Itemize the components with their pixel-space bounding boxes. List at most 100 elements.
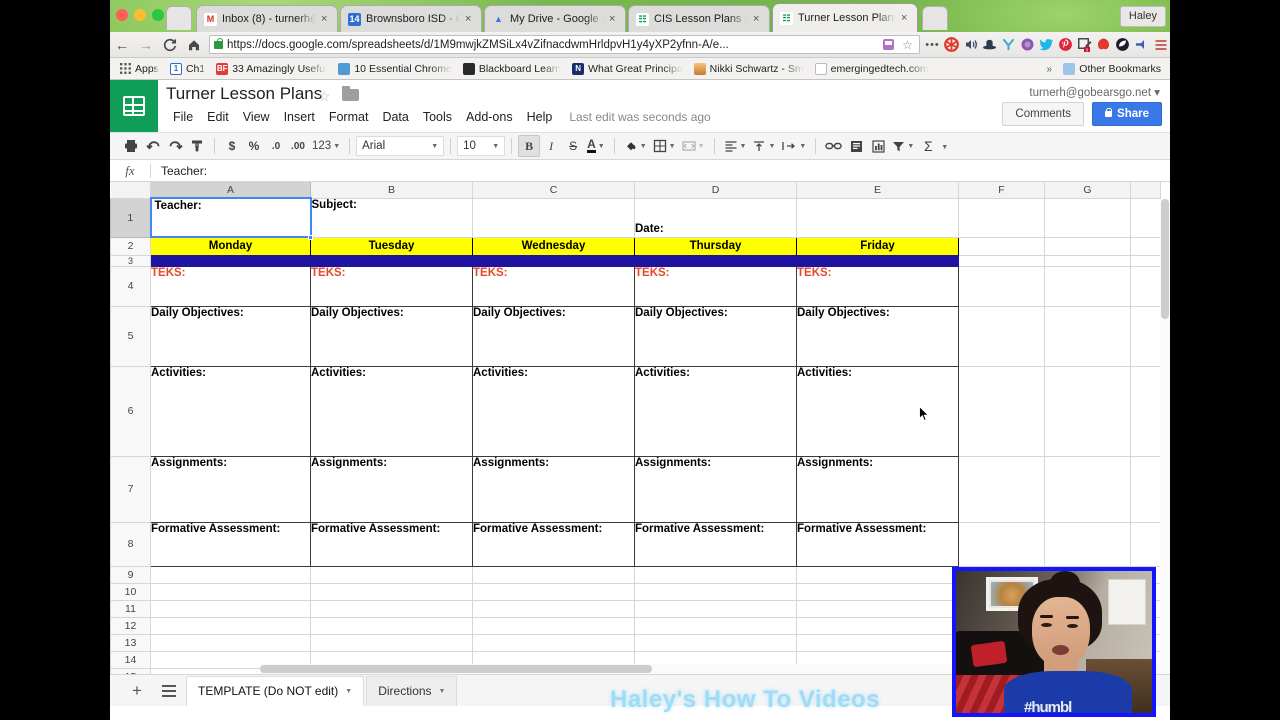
cell-B8[interactable]: Formative Assessment: bbox=[310, 521, 473, 567]
cell-E5[interactable]: Daily Objectives: bbox=[796, 305, 959, 367]
cell-C7[interactable]: Assignments: bbox=[472, 455, 635, 523]
cell-G7[interactable] bbox=[1044, 455, 1131, 523]
cell-D1[interactable]: Date: bbox=[634, 197, 797, 238]
cell-C13[interactable] bbox=[472, 633, 635, 652]
sheets-logo-icon[interactable] bbox=[110, 80, 158, 132]
cell-D6[interactable]: Activities: bbox=[634, 365, 797, 457]
text-color-button[interactable]: A ▼ bbox=[584, 135, 608, 157]
tab-turner-lesson-plans[interactable]: ☷ Turner Lesson Plans - Goo × bbox=[772, 3, 918, 32]
all-sheets-icon[interactable] bbox=[154, 677, 184, 705]
hat-icon[interactable] bbox=[980, 35, 999, 54]
column-header-c[interactable]: C bbox=[472, 182, 635, 199]
cell-E11[interactable] bbox=[796, 599, 959, 618]
font-size-select[interactable]: 10 ▼ bbox=[457, 136, 506, 156]
cell-D12[interactable] bbox=[634, 616, 797, 635]
cell-C9[interactable] bbox=[472, 565, 635, 584]
cell-D7[interactable]: Assignments: bbox=[634, 455, 797, 523]
insert-chart-icon[interactable] bbox=[867, 135, 889, 157]
cell-C3[interactable] bbox=[472, 254, 635, 267]
cell-D11[interactable] bbox=[634, 599, 797, 618]
cell-E9[interactable] bbox=[796, 565, 959, 584]
new-tab-button-secondary[interactable] bbox=[922, 6, 948, 30]
profile-button[interactable]: Haley bbox=[1119, 6, 1166, 27]
increase-decimal-button[interactable]: .00 bbox=[287, 135, 309, 157]
strikethrough-button[interactable]: S bbox=[562, 135, 584, 157]
cell-A8[interactable]: Formative Assessment: bbox=[150, 521, 311, 567]
cell-H5[interactable] bbox=[1130, 305, 1161, 367]
sheet-tab-directions[interactable]: Directions ▼ bbox=[366, 675, 458, 706]
cell-B2[interactable]: Tuesday bbox=[310, 236, 473, 255]
minimize-window-button[interactable] bbox=[134, 9, 146, 21]
cell-G1[interactable] bbox=[1044, 197, 1131, 238]
column-header-f[interactable]: F bbox=[958, 182, 1045, 199]
address-bar[interactable]: https://docs.google.com/spreadsheets/d/1… bbox=[209, 35, 920, 54]
cell-C4[interactable]: TEKS: bbox=[472, 265, 635, 307]
cell-F5[interactable] bbox=[958, 305, 1045, 367]
functions-button[interactable]: Σ bbox=[917, 135, 939, 157]
pinterest-icon[interactable] bbox=[1056, 35, 1075, 54]
cell-B11[interactable] bbox=[310, 599, 473, 618]
cell-F6[interactable] bbox=[958, 365, 1045, 457]
cell-H1[interactable] bbox=[1130, 197, 1161, 238]
cell-D10[interactable] bbox=[634, 582, 797, 601]
menu-view[interactable]: View bbox=[236, 108, 277, 126]
column-header-d[interactable]: D bbox=[634, 182, 797, 199]
row-header-9[interactable]: 9 bbox=[110, 565, 151, 584]
cell-D5[interactable]: Daily Objectives: bbox=[634, 305, 797, 367]
twitter-icon[interactable] bbox=[1037, 35, 1056, 54]
bold-button[interactable]: B bbox=[518, 135, 541, 157]
currency-button[interactable]: $ bbox=[221, 135, 243, 157]
tab-my-drive[interactable]: ▲ My Drive - Google Drive × bbox=[484, 5, 626, 32]
fill-color-button[interactable]: ▼ bbox=[621, 135, 650, 157]
cell-H8[interactable] bbox=[1130, 521, 1161, 567]
selection-anchor[interactable] bbox=[308, 235, 313, 240]
cell-G4[interactable] bbox=[1044, 265, 1131, 307]
zoom-window-button[interactable] bbox=[152, 9, 164, 21]
cell-B13[interactable] bbox=[310, 633, 473, 652]
bookmark-blackboard-learn[interactable]: Blackboard Learn bbox=[458, 61, 566, 77]
cell-E8[interactable]: Formative Assessment: bbox=[796, 521, 959, 567]
row-header-14[interactable]: 14 bbox=[110, 650, 151, 669]
cell-E2[interactable]: Friday bbox=[796, 236, 959, 255]
cell-A9[interactable] bbox=[150, 565, 311, 584]
borders-button[interactable]: ▼ bbox=[650, 135, 679, 157]
cell-E1[interactable] bbox=[796, 197, 959, 238]
column-header-g[interactable]: G bbox=[1044, 182, 1131, 199]
menu-edit[interactable]: Edit bbox=[200, 108, 236, 126]
cell-F1[interactable] bbox=[958, 197, 1045, 238]
cell-H4[interactable] bbox=[1130, 265, 1161, 307]
row-header-3[interactable]: 3 bbox=[110, 254, 151, 267]
bookmark-other-bookmarks[interactable]: Other Bookmarks bbox=[1058, 61, 1166, 77]
cell-C10[interactable] bbox=[472, 582, 635, 601]
cell-C8[interactable]: Formative Assessment: bbox=[472, 521, 635, 567]
share-button[interactable]: Share bbox=[1092, 102, 1162, 126]
comments-button[interactable]: Comments bbox=[1002, 102, 1085, 126]
cell-A11[interactable] bbox=[150, 599, 311, 618]
close-tab-icon[interactable]: × bbox=[901, 12, 911, 24]
window-controls[interactable] bbox=[116, 9, 164, 21]
cell-G2[interactable] bbox=[1044, 236, 1131, 256]
row-header-1[interactable]: 1 bbox=[110, 197, 151, 238]
cell-H7[interactable] bbox=[1130, 455, 1161, 523]
cell-D8[interactable]: Formative Assessment: bbox=[634, 521, 797, 567]
cell-E7[interactable]: Assignments: bbox=[796, 455, 959, 523]
row-header-11[interactable]: 11 bbox=[110, 599, 151, 618]
cell-A13[interactable] bbox=[150, 633, 311, 652]
star-outline-icon[interactable]: ☆ bbox=[318, 88, 331, 105]
cell-B9[interactable] bbox=[310, 565, 473, 584]
save-to-icon[interactable] bbox=[880, 36, 896, 53]
merge-cells-button[interactable]: ▼ bbox=[679, 135, 708, 157]
close-tab-icon[interactable]: × bbox=[465, 13, 475, 25]
cell-A12[interactable] bbox=[150, 616, 311, 635]
text-wrap-button[interactable]: ▼ bbox=[778, 135, 809, 157]
cell-A4[interactable]: TEKS: bbox=[150, 265, 311, 307]
cell-H3[interactable] bbox=[1130, 254, 1161, 267]
row-header-4[interactable]: 4 bbox=[110, 265, 151, 307]
chevron-down-icon[interactable]: ▼ bbox=[345, 688, 352, 695]
cell-B6[interactable]: Activities: bbox=[310, 365, 473, 457]
tab-cis-lesson-plans[interactable]: ☷ CIS Lesson Plans - Google × bbox=[628, 5, 770, 32]
italic-button[interactable]: I bbox=[540, 135, 562, 157]
menu-format[interactable]: Format bbox=[322, 108, 376, 126]
bookmarks-overflow-button[interactable]: » bbox=[1041, 61, 1057, 77]
menu-tools[interactable]: Tools bbox=[416, 108, 459, 126]
